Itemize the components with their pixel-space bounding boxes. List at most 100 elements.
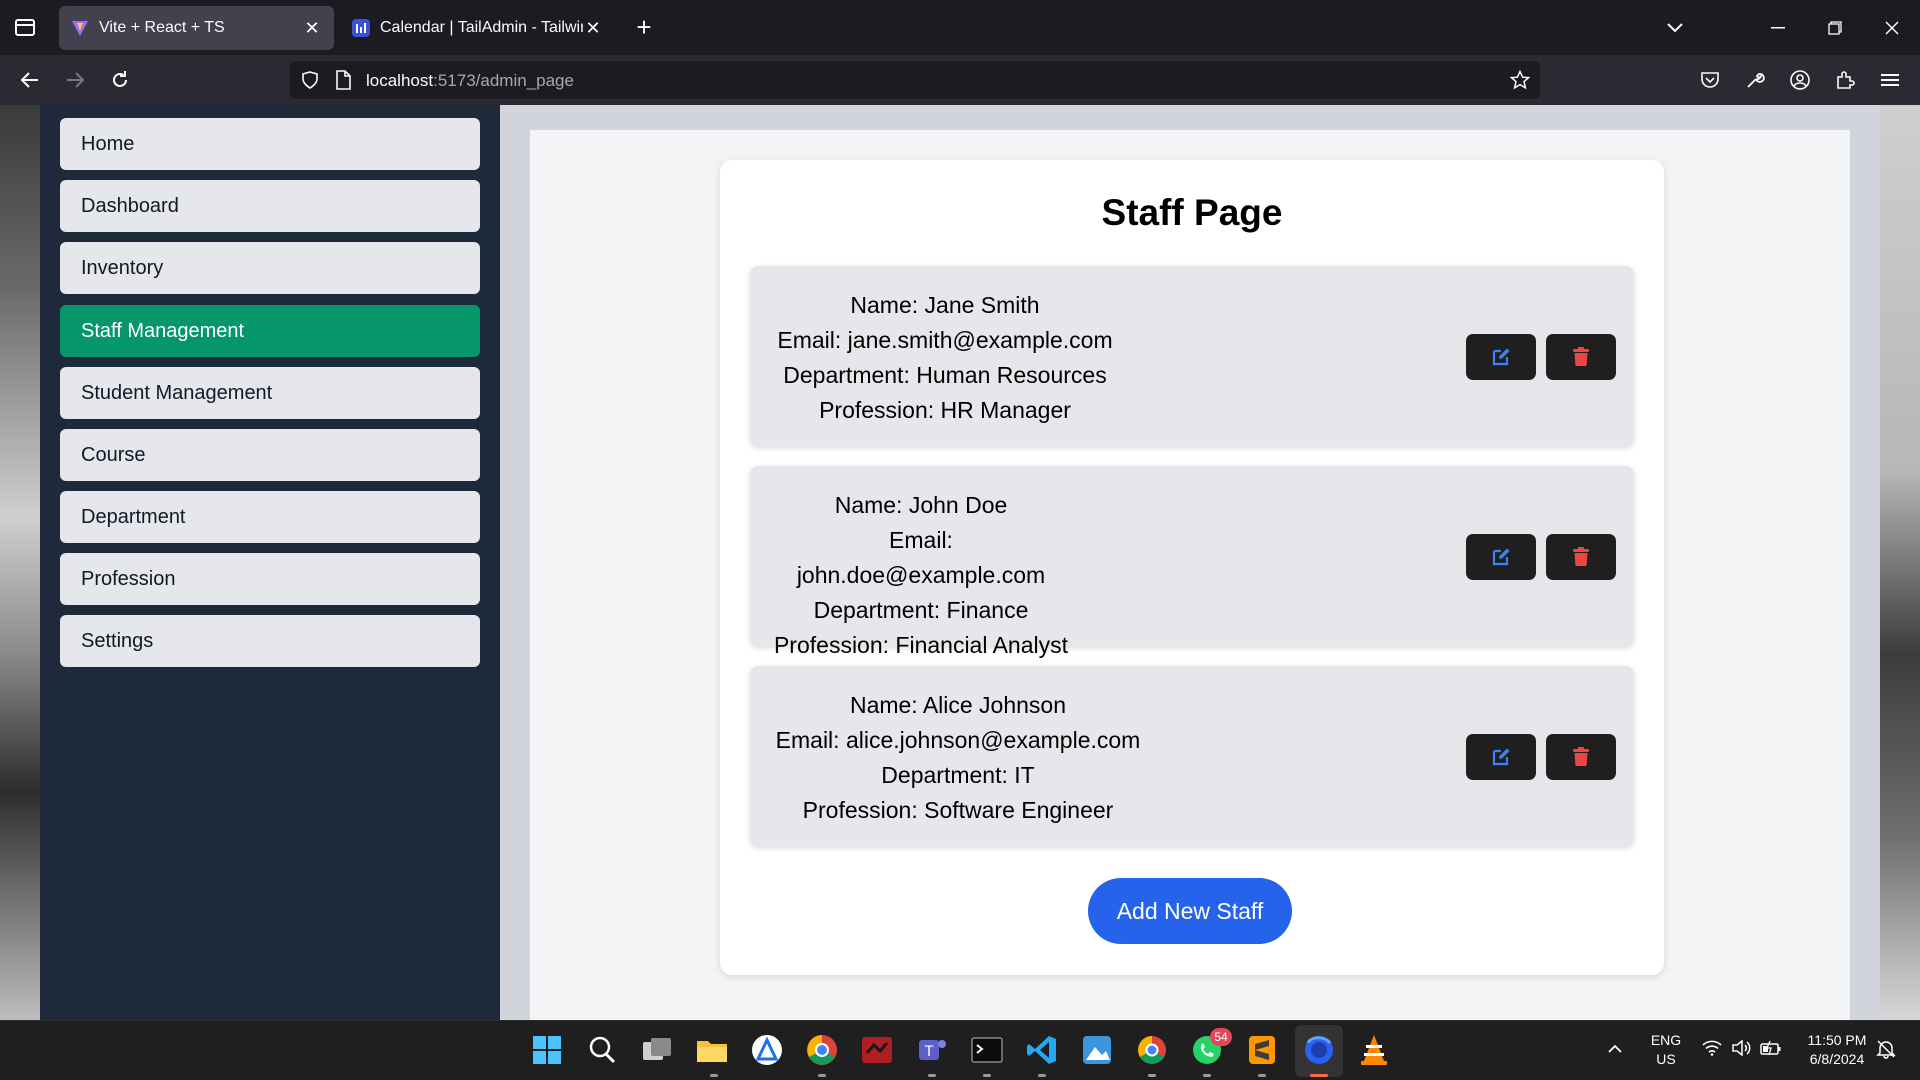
page-icon[interactable] [334,70,352,90]
add-new-staff-button[interactable]: Add New Staff [1088,878,1292,944]
chevron-up-icon[interactable] [1607,1043,1623,1055]
staff-item: Name: Alice Johnson Email: alice.johnson… [750,666,1634,846]
volume-icon[interactable] [1731,1040,1751,1056]
delete-button[interactable] [1546,734,1616,780]
tab-vite-react[interactable]: Vite + React + TS ✕ [59,6,334,50]
photos-icon[interactable] [1080,1033,1114,1067]
open-indicator [1038,1074,1046,1077]
open-indicator [1148,1074,1156,1077]
restore-icon[interactable] [1820,14,1850,42]
region-code: US [1656,1051,1676,1067]
vlc-icon[interactable] [1357,1033,1391,1067]
tab-calendar-tailadmin[interactable]: Calendar | TailAdmin - Tailwind ✕ [340,6,615,50]
content-frame: Staff Page Name: Jane Smith Email: jane.… [500,105,1880,1020]
delete-button[interactable] [1546,534,1616,580]
back-icon[interactable] [15,65,45,95]
vscode-icon[interactable] [1025,1033,1059,1067]
staff-name: Name: Jane Smith [850,292,1040,318]
task-view-icon[interactable] [640,1033,674,1067]
staff-email: Email: alice.johnson@example.com [775,727,1141,753]
menu-icon[interactable] [1875,65,1905,95]
trash-icon [1573,747,1589,766]
close-tab-icon[interactable]: ✕ [583,18,603,38]
windows-start-icon[interactable] [530,1033,564,1067]
sidebar-item-student-management[interactable]: Student Management [60,367,480,419]
open-indicator [1203,1074,1211,1077]
trash-icon [1573,347,1589,366]
address-bar[interactable]: localhost:5173/admin_page [290,61,1540,99]
firefox-icon[interactable] [1302,1033,1336,1067]
open-indicator [928,1074,936,1077]
close-window-icon[interactable] [1877,14,1907,42]
shield-icon[interactable] [300,70,320,90]
page-title: Staff Page [1101,192,1283,233]
background-image-left [0,105,40,1020]
open-indicator [818,1074,826,1077]
reload-icon[interactable] [105,65,135,95]
staff-department: Department: IT [881,762,1035,788]
edit-button[interactable] [1466,334,1536,380]
notification-bell-icon[interactable] [1876,1039,1896,1059]
sidebar-item-course[interactable]: Course [60,429,480,481]
clock[interactable]: 11:50 PM 6/8/2024 [1797,1031,1877,1069]
clock-time: 11:50 PM [1807,1032,1867,1048]
pocket-icon[interactable] [1695,65,1725,95]
background-image-right [1880,105,1920,1020]
staff-department: Department: Finance [813,597,1029,623]
browser-nav-bar: localhost:5173/admin_page [0,55,1920,105]
terminal-icon[interactable] [970,1033,1004,1067]
minimize-icon[interactable] [1763,14,1793,42]
account-icon[interactable] [1785,65,1815,95]
file-explorer-icon[interactable] [695,1033,729,1067]
red-app-icon[interactable] [860,1033,894,1067]
clock-date: 6/8/2024 [1809,1051,1865,1067]
sidebar-item-profession[interactable]: Profession [60,553,480,605]
wifi-icon[interactable] [1702,1040,1722,1056]
active-indicator [1310,1074,1328,1077]
staff-info: Name: Jane Smith Email: jane.smith@examp… [768,288,1122,428]
browser-tab-bar: Vite + React + TS ✕ Calendar | TailAdmin… [0,0,1920,55]
staff-email: Email: jane.smith@example.com [777,327,1113,353]
tab-list-icon[interactable] [12,14,38,40]
edit-button[interactable] [1466,734,1536,780]
battery-icon[interactable] [1760,1040,1782,1056]
main-content: Staff Page Name: Jane Smith Email: jane.… [530,130,1850,1020]
whatsapp-badge: 54 [1210,1028,1232,1046]
forward-icon[interactable] [60,65,90,95]
sidebar-item-department[interactable]: Department [60,491,480,543]
url-text: localhost:5173/admin_page [366,71,574,91]
chrome-profile-icon[interactable] [1135,1033,1169,1067]
language-indicator[interactable]: ENG US [1646,1031,1686,1069]
staff-name: Name: John Doe [834,492,1008,518]
list-all-tabs-icon[interactable] [1660,14,1690,42]
open-indicator [1258,1074,1266,1077]
staff-item: Name: Jane Smith Email: jane.smith@examp… [750,266,1634,446]
teams-icon[interactable]: T [915,1033,949,1067]
staff-info: Name: John Doe Email: john.doe@example.c… [768,488,1074,663]
staff-name: Name: Alice Johnson [849,692,1067,718]
delete-button[interactable] [1546,334,1616,380]
staff-email: Email: john.doe@example.com [796,527,1046,588]
sidebar: Home Dashboard Inventory Staff Managemen… [40,105,500,1020]
search-icon[interactable] [585,1033,619,1067]
chrome-icon[interactable] [805,1033,839,1067]
wrench-icon[interactable] [1740,65,1770,95]
sidebar-item-dashboard[interactable]: Dashboard [60,180,480,232]
tab-title: Vite + React + TS [99,19,225,36]
sidebar-item-home[interactable]: Home [60,118,480,170]
open-indicator [710,1074,718,1077]
bookmark-star-icon[interactable] [1510,70,1530,90]
staff-department: Department: Human Resources [783,362,1107,388]
sublime-text-icon[interactable] [1245,1033,1279,1067]
url-path: :5173/admin_page [433,71,574,90]
new-tab-icon[interactable]: + [630,14,658,42]
sidebar-item-staff-management[interactable]: Staff Management [60,305,480,357]
edit-icon [1492,548,1510,566]
edit-button[interactable] [1466,534,1536,580]
sidebar-item-inventory[interactable]: Inventory [60,242,480,294]
tab-title: Calendar | TailAdmin - Tailwind [380,19,583,36]
extensions-icon[interactable] [1830,65,1860,95]
sidebar-item-settings[interactable]: Settings [60,615,480,667]
close-tab-icon[interactable]: ✕ [302,18,322,38]
app-store-icon[interactable] [750,1033,784,1067]
